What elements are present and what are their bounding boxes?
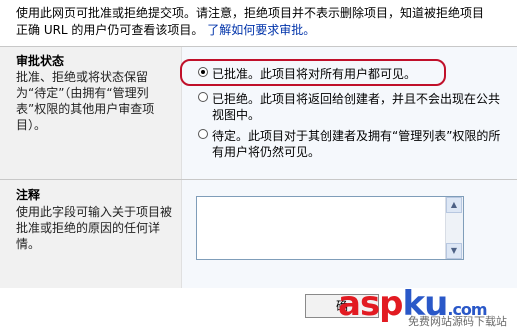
- watermark-tagline: 免费网站源码下载站: [408, 315, 507, 328]
- intro-text-prefix: 正确 URL 的用户仍可查看该项目。: [16, 23, 204, 37]
- scroll-down-icon[interactable]: ▼: [446, 243, 462, 259]
- watermark-brand-red: asp: [338, 284, 404, 324]
- learn-approval-link[interactable]: 了解如何要求审批。: [207, 23, 315, 37]
- comments-scrollbar[interactable]: ▲ ▼: [445, 197, 463, 259]
- radio-pending-label: 待定。此项目对于其创建者及拥有“管理列表”权限的所有用户将仍然可见。: [212, 129, 501, 159]
- watermark-logo: aspku.com 免费网站源码下载站: [338, 284, 517, 328]
- radio-rejected-label: 已拒绝。此项目将返回给创建者，并且不会出现在公共视图中。: [212, 92, 501, 122]
- comments-title: 注释: [16, 188, 41, 202]
- scroll-up-icon[interactable]: ▲: [446, 197, 462, 213]
- radio-rejected-indicator[interactable]: [198, 92, 208, 102]
- approval-label-panel: 审批状态 批准、拒绝或将状态保留为“待定”（由拥有“管理列表”权限的其他用户审查…: [0, 47, 182, 179]
- intro-text-line-1: 使用此网页可批准或拒绝提交项。请注意，拒绝项目并不表示删除项目，知道被拒绝项目: [16, 6, 485, 20]
- comments-description: 使用此字段可输入关于项目被批准或拒绝的原因的任何详情。: [16, 205, 173, 251]
- radio-approved-indicator[interactable]: [198, 67, 208, 77]
- approval-title: 审批状态: [16, 54, 65, 68]
- radio-pending-indicator[interactable]: [198, 129, 208, 139]
- comments-label-panel: 注释 使用此字段可输入关于项目被批准或拒绝的原因的任何详情。: [0, 180, 182, 288]
- approval-description: 批准、拒绝或将状态保留为“待定”（由拥有“管理列表”权限的其他用户审查项目）。: [16, 70, 155, 132]
- intro-panel: 使用此网页可批准或拒绝提交项。请注意，拒绝项目并不表示删除项目，知道被拒绝项目 …: [0, 0, 517, 46]
- radio-approved-label: 已批准。此项目将对所有用户都可见。: [212, 67, 417, 81]
- comments-textarea[interactable]: ▲ ▼: [196, 196, 464, 260]
- intro-text-line-2: 正确 URL 的用户仍可查看该项目。 了解如何要求审批。: [16, 22, 315, 39]
